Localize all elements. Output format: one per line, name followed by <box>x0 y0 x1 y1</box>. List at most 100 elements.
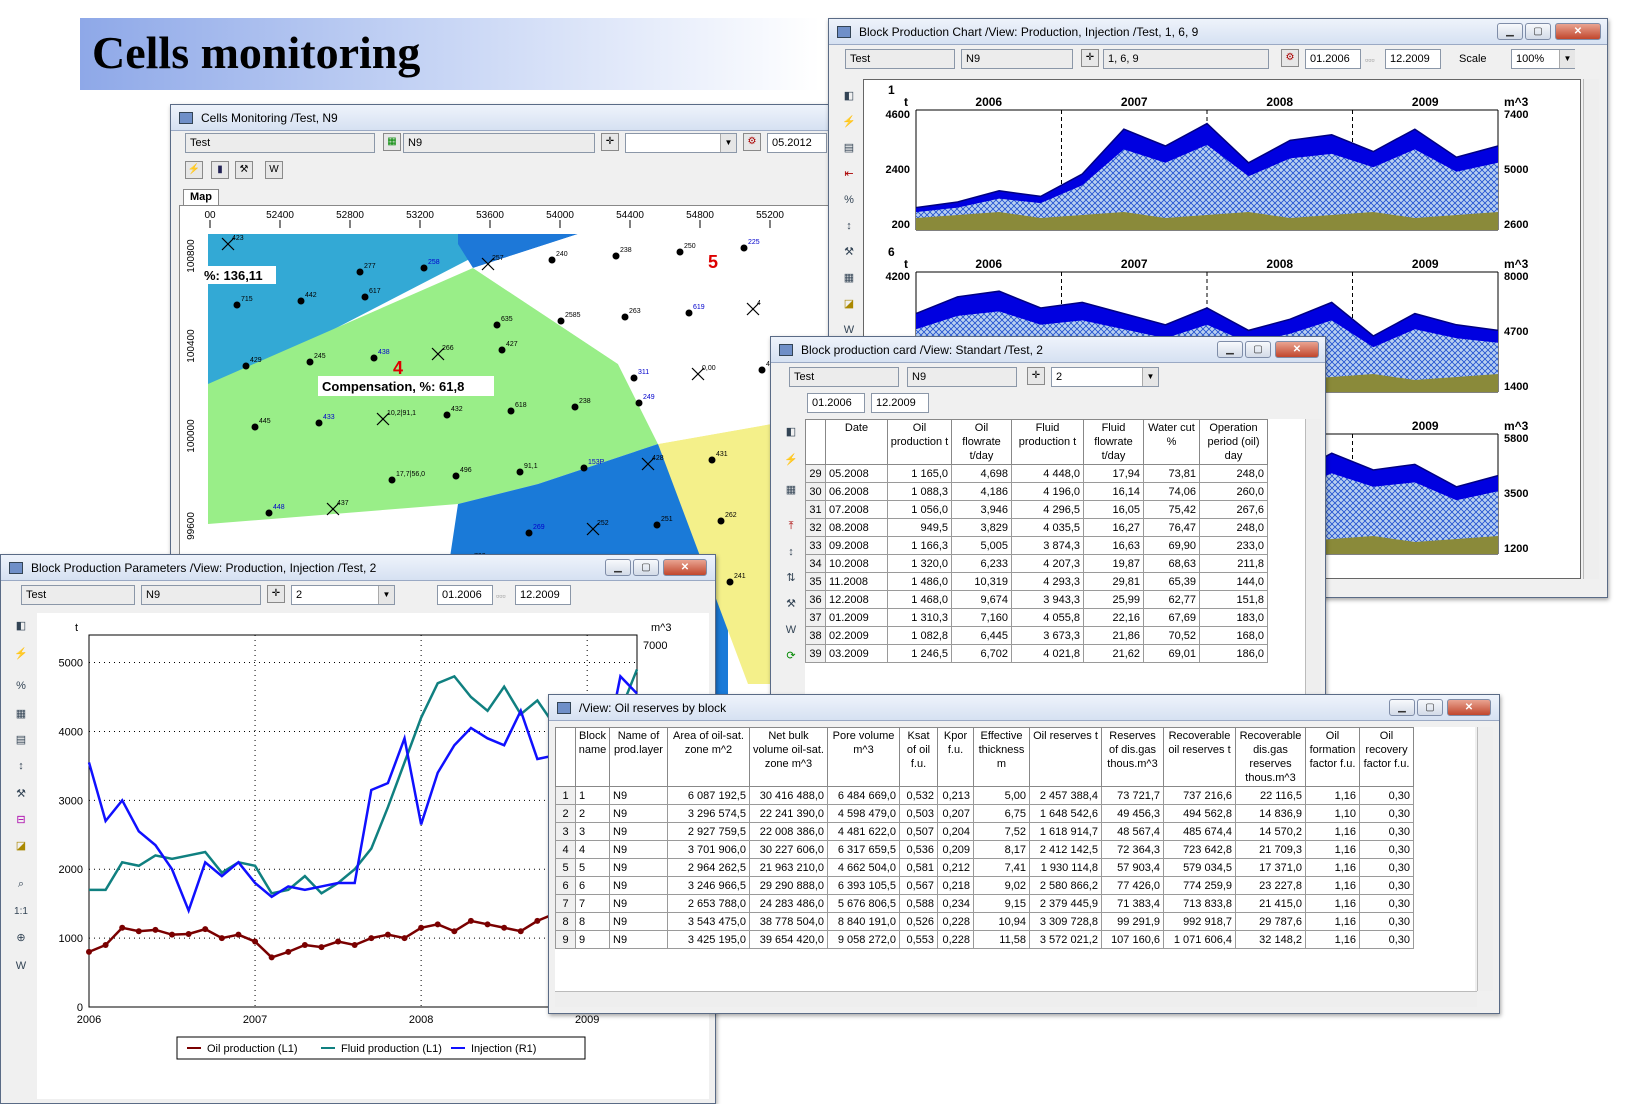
table-cell[interactable]: 4,698 <box>951 464 1012 483</box>
arrow-left-icon[interactable]: ⇤ <box>839 165 859 183</box>
table-cell[interactable]: 9 058 272,0 <box>827 930 900 949</box>
maximize-button[interactable]: ▢ <box>1417 699 1443 716</box>
column-header[interactable]: Pore volume m^3 <box>827 727 900 787</box>
table-cell[interactable]: 19,87 <box>1083 554 1144 573</box>
column-header[interactable]: Reserves of dis.gas thous.m^3 <box>1101 727 1164 787</box>
table-cell[interactable]: 4 296,5 <box>1011 500 1084 519</box>
table-cell[interactable]: 2 <box>575 804 610 823</box>
table-row[interactable]: 29 05.2008 1 165,0 4,698 4 448,0 17,94 73,81 24… <box>805 464 1268 483</box>
table-cell[interactable]: 69,01 <box>1143 644 1200 663</box>
table-row[interactable]: 36 12.2008 1 468,0 9,674 3 943,3 25,99 62,77 15… <box>805 590 1268 609</box>
tools-icon[interactable]: ⚒ <box>235 161 253 179</box>
date-from-field[interactable]: 01.2006 <box>437 585 493 605</box>
column-header[interactable]: Recoverable dis.gas reserves thous.m^3 <box>1235 727 1306 787</box>
lightning-icon[interactable]: ⚡ <box>839 113 859 131</box>
grid-icon[interactable]: ▦ <box>839 269 859 287</box>
column-header[interactable]: Oil production t <box>887 419 952 465</box>
table-cell[interactable]: 0,30 <box>1359 786 1414 805</box>
date-to-field[interactable]: 12.2009 <box>871 393 929 413</box>
table-row[interactable]: 39 03.2009 1 246,5 6,702 4 021,8 21,62 69,01 18… <box>805 644 1268 663</box>
eraser-icon[interactable]: ◧ <box>839 87 859 105</box>
word-icon[interactable]: W <box>265 161 283 179</box>
table-row[interactable]: 30 06.2008 1 088,3 4,186 4 196,0 16,14 74,06 26… <box>805 482 1268 501</box>
word-icon[interactable]: W <box>11 957 31 975</box>
table-cell[interactable]: 2 964 262,5 <box>667 858 750 877</box>
table-cell[interactable]: 260,0 <box>1199 482 1268 501</box>
zoom-icon[interactable]: ⌕ <box>11 875 31 893</box>
table-cell[interactable]: 0,567 <box>899 876 938 895</box>
title-bar[interactable]: Block Production Parameters /View: Produ… <box>1 555 715 581</box>
table-cell[interactable]: 6 087 192,5 <box>667 786 750 805</box>
table-cell[interactable]: 10,94 <box>973 912 1030 931</box>
table-cell[interactable]: N9 <box>609 804 668 823</box>
table-cell[interactable]: 2 927 759,5 <box>667 822 750 841</box>
table-cell[interactable]: 1 <box>575 786 610 805</box>
chart-panel[interactable]: 1t m^3 2006 2007 2008 2009 4600 2400 200 7400 5000… <box>886 83 1529 231</box>
column-header[interactable]: Date <box>825 419 888 465</box>
word-icon[interactable]: W <box>781 621 801 639</box>
table-cell[interactable]: 24 283 486,0 <box>749 894 828 913</box>
table-row[interactable]: 9 9 N9 3 425 195,0 39 654 420,0 9 058 272,0 0,… <box>555 930 1414 949</box>
calendar-icon[interactable]: ⚙ <box>1281 49 1299 67</box>
project-field[interactable]: Test <box>21 585 135 605</box>
table-cell[interactable]: 0,30 <box>1359 822 1414 841</box>
row-number[interactable]: 3 <box>555 822 576 841</box>
table-cell[interactable]: 1,16 <box>1305 858 1360 877</box>
table-cell[interactable]: 3 572 021,2 <box>1029 930 1102 949</box>
row-number[interactable]: 9 <box>555 930 576 949</box>
table-cell[interactable]: N9 <box>609 858 668 877</box>
column-header[interactable]: Ksat of oil f.u. <box>899 727 938 787</box>
table-cell[interactable]: 77 426,0 <box>1101 876 1164 895</box>
oil-point[interactable] <box>401 935 408 942</box>
table-cell[interactable]: 0,30 <box>1359 894 1414 913</box>
well-marker[interactable] <box>493 321 501 329</box>
table-cell[interactable]: 70,52 <box>1143 626 1200 645</box>
minimize-button[interactable]: ▁ <box>1217 341 1243 358</box>
well-marker[interactable] <box>498 346 506 354</box>
row-number[interactable]: 5 <box>555 858 576 877</box>
table-row[interactable]: 34 10.2008 1 320,0 6,233 4 207,3 19,87 68,63 21… <box>805 554 1268 573</box>
table-row[interactable]: 38 02.2009 1 082,8 6,445 3 673,3 21,86 70,52 16… <box>805 626 1268 645</box>
table-cell[interactable]: 267,6 <box>1199 500 1268 519</box>
table-cell[interactable]: 248,0 <box>1199 518 1268 537</box>
table-cell[interactable]: 67,69 <box>1143 608 1200 627</box>
close-button[interactable]: ✕ <box>1447 699 1491 716</box>
table-cell[interactable]: 65,39 <box>1143 572 1200 591</box>
table-cell[interactable]: 16,05 <box>1083 500 1144 519</box>
minimize-button[interactable]: ▁ <box>1389 699 1415 716</box>
table-cell[interactable]: 14 570,2 <box>1235 822 1306 841</box>
table-cell[interactable]: 6,75 <box>973 804 1030 823</box>
oil-point[interactable] <box>152 926 159 933</box>
table-cell[interactable]: 4 448,0 <box>1011 464 1084 483</box>
table-cell[interactable]: 8 <box>575 912 610 931</box>
column-header[interactable]: Oil reserves t <box>1029 727 1102 787</box>
close-button[interactable]: ✕ <box>1275 341 1319 358</box>
table-cell[interactable]: 2 412 142,5 <box>1029 840 1102 859</box>
table-cell[interactable]: 1 056,0 <box>887 500 952 519</box>
table-cell[interactable]: 6 317 659,5 <box>827 840 900 859</box>
title-bar[interactable]: Block production card /View: Standart /T… <box>771 337 1325 363</box>
row-number[interactable]: 36 <box>805 590 826 609</box>
well-marker[interactable] <box>525 529 533 537</box>
table-cell[interactable]: 4 207,3 <box>1011 554 1084 573</box>
row-number[interactable]: 29 <box>805 464 826 483</box>
block-combo[interactable]: ▼ <box>625 133 737 153</box>
table-cell[interactable]: 0,553 <box>899 930 938 949</box>
table-cell[interactable]: 1 071 606,4 <box>1163 930 1236 949</box>
table-cell[interactable]: 23 227,8 <box>1235 876 1306 895</box>
well-marker[interactable] <box>717 517 725 525</box>
table-cell[interactable]: 3 543 475,0 <box>667 912 750 931</box>
table-cell[interactable]: N9 <box>609 786 668 805</box>
table-cell[interactable]: 4 035,5 <box>1011 518 1084 537</box>
close-button[interactable]: ✕ <box>1555 23 1601 40</box>
table-cell[interactable]: 737 216,6 <box>1163 786 1236 805</box>
layer-field[interactable]: N9 <box>907 367 1017 387</box>
table-cell[interactable]: 5 <box>575 858 610 877</box>
table-cell[interactable]: 29 290 888,0 <box>749 876 828 895</box>
column-header[interactable]: Recoverable oil reserves t <box>1163 727 1236 787</box>
table-cell[interactable]: 38 778 504,0 <box>749 912 828 931</box>
table-cell[interactable]: 1,16 <box>1305 930 1360 949</box>
well-marker[interactable] <box>452 472 460 480</box>
well-marker[interactable] <box>571 403 579 411</box>
column-header[interactable]: Kpor f.u. <box>937 727 974 787</box>
